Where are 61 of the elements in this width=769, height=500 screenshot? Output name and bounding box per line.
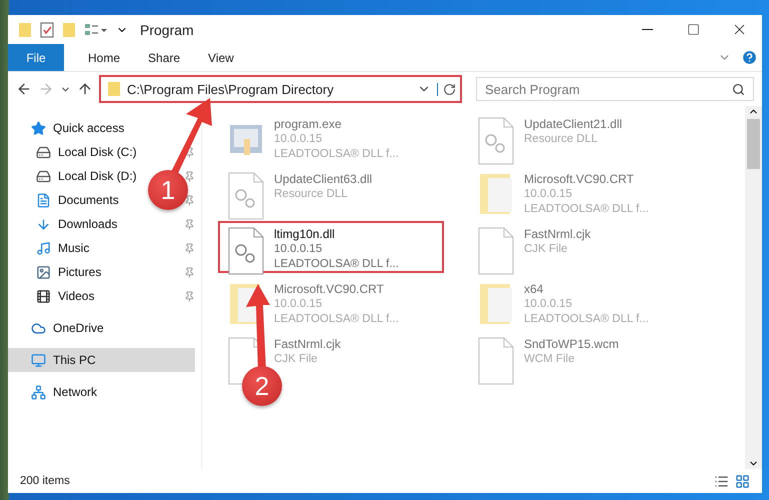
- gear-file-icon: [476, 117, 516, 165]
- ribbon-tab[interactable]: Home: [74, 44, 134, 71]
- file-icon: [476, 337, 516, 385]
- refresh-icon[interactable]: [437, 82, 456, 96]
- file-item[interactable]: program.exe 10.0.0.15 LEADTOOLSA® DLL f...: [218, 111, 444, 163]
- pictures-icon: [36, 264, 51, 280]
- sidebar-item[interactable]: Pictures: [8, 260, 108, 284]
- file-item[interactable]: UpdateClient63.dll Resource DLL: [218, 166, 444, 218]
- maximize-icon: [686, 23, 700, 36]
- ribbon-tab[interactable]: File: [8, 44, 64, 71]
- search-field[interactable]: Search Program: [476, 77, 754, 101]
- back-button[interactable]: [16, 81, 32, 97]
- ribbon-tab[interactable]: Share: [134, 44, 194, 71]
- folder-icon: [18, 22, 32, 38]
- address-bar[interactable]: C:\Program Files\Program Directory: [99, 75, 462, 103]
- file-item[interactable]: UpdateClient21.dll Resource DLL: [468, 111, 694, 163]
- cloud-icon: [31, 320, 46, 336]
- forward-icon: [38, 81, 54, 97]
- sidebar-item[interactable]: Downloads: [8, 212, 124, 236]
- help-icon[interactable]: [741, 49, 758, 66]
- search-icon: [732, 82, 745, 96]
- sidebar-item[interactable]: Local Disk (D:): [8, 164, 143, 188]
- sidebar-item[interactable]: Videos: [8, 284, 100, 308]
- folder-icon: [107, 81, 121, 97]
- sidebar-item[interactable]: Documents: [8, 188, 125, 212]
- file-icon: [476, 227, 516, 275]
- ribbon-tab[interactable]: View: [194, 44, 248, 71]
- file-item[interactable]: ltimg10n.dll 10.0.0.15 LEADTOOLSA® DLL f...: [218, 221, 444, 273]
- sidebar-item[interactable]: This PC: [8, 348, 195, 372]
- sidebar-item[interactable]: Quick access: [8, 116, 130, 140]
- music-icon: [36, 240, 51, 256]
- tiles-view-icon[interactable]: [735, 474, 750, 488]
- sidebar-item[interactable]: OneDrive: [8, 316, 110, 340]
- gear-file-icon: [226, 172, 266, 220]
- sidebar-item[interactable]: Music: [8, 236, 96, 260]
- details-view-icon[interactable]: [714, 474, 729, 488]
- scrollbar-thumb[interactable]: [747, 119, 760, 169]
- sidebar-item[interactable]: Local Disk (C:): [8, 140, 143, 164]
- properties-icon[interactable]: [40, 22, 54, 38]
- pc-icon: [31, 352, 46, 368]
- window-title: Program: [140, 22, 194, 38]
- gear-file-icon: [226, 227, 266, 275]
- item-count: 200 items: [20, 475, 70, 487]
- scrollbar[interactable]: [745, 106, 762, 469]
- drive-icon: [36, 168, 51, 184]
- drive-icon: [36, 144, 51, 160]
- downloads-icon: [36, 216, 51, 232]
- star-icon: [31, 120, 46, 136]
- minimize-icon: [642, 29, 652, 30]
- network-icon: [31, 384, 46, 400]
- view-options-icon[interactable]: [84, 22, 108, 38]
- file-item[interactable]: SndToWP15.wcm WCM File: [468, 331, 694, 383]
- documents-icon: [36, 192, 51, 208]
- back-icon: [16, 81, 32, 97]
- file-item[interactable]: x64 10.0.0.15 LEADTOOLSA® DLL f...: [468, 276, 694, 328]
- videos-icon: [36, 288, 51, 304]
- sidebar-item[interactable]: Network: [8, 380, 104, 404]
- up-icon: [77, 81, 93, 97]
- up-button[interactable]: [77, 81, 93, 97]
- file-item[interactable]: FastNrml.cjk CJK File: [468, 221, 694, 273]
- file-item[interactable]: Microsoft.VC90.CRT 10.0.0.15 LEADTOOLSA® DLL f...: [468, 166, 694, 218]
